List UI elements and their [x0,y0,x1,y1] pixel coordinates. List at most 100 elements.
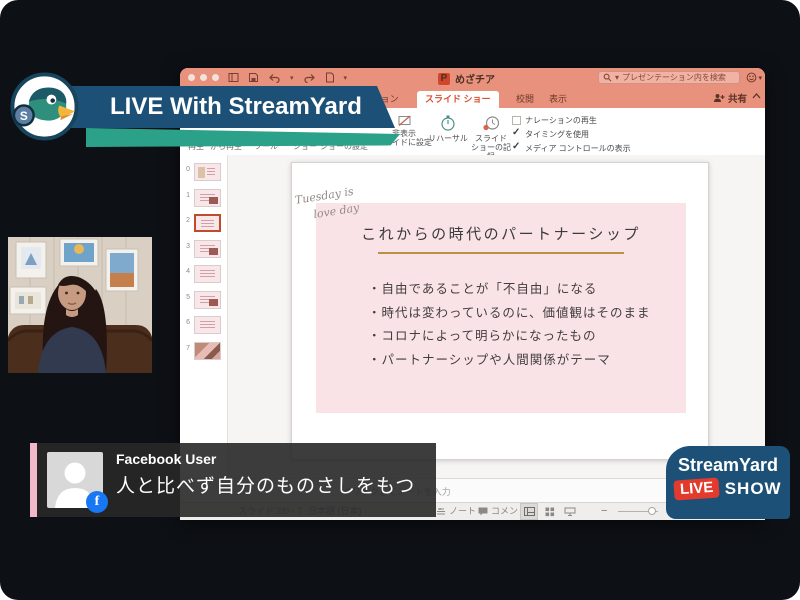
checkbox-icon [512,144,521,153]
slide-number: 3 [180,240,192,258]
slide-number: 0 [180,163,192,181]
stream-title-banner: LIVE With StreamYard [60,86,395,128]
person-plus-icon [713,93,725,103]
undo-caret-icon[interactable]: ▾ [290,74,294,82]
new-document-icon[interactable] [325,72,335,83]
show-label: SHOW [725,479,782,499]
slide-thumbnail[interactable] [194,189,221,207]
bullet-item: ・時代は変わっているのに、価値観はそのまま [368,301,651,325]
badge-brand: StreamYard [666,455,790,476]
bullet-item: ・自由であることが「不自由」になる [368,277,651,301]
checkbox-show-media-controls[interactable]: メディア コントロールの表示 [512,141,631,155]
checkbox-use-timings[interactable]: タイミングを使用 [512,127,631,141]
checkbox-play-narration[interactable]: ナレーションの再生 [512,113,631,127]
collapse-ribbon-icon[interactable] [752,86,761,104]
slide-thumbnail-5[interactable]: 5 [180,291,227,309]
slideshow-options: ナレーションの再生 タイミングを使用 メディア コントロールの表示 [512,113,631,155]
slide-title: これからの時代のパートナーシップ [316,223,686,244]
slide-thumbnail[interactable] [194,163,221,181]
window-titlebar: ▾ ▾ P めざチア ▾ プレゼンテーション内を検索 ▾ [180,68,765,88]
checkbox-icon [512,116,521,125]
minimize-window-icon[interactable] [200,74,207,81]
redo-icon[interactable] [303,72,316,83]
zoom-slider-knob[interactable] [648,507,656,515]
slide-thumbnail-2[interactable]: 2 [180,214,227,232]
magnifier-icon [603,73,612,82]
notes-icon [436,508,446,516]
save-icon[interactable] [248,72,259,83]
slide-thumbnail[interactable] [194,240,221,258]
search-caret-icon: ▾ [615,73,619,82]
close-window-icon[interactable] [188,74,195,81]
slide-number: 6 [180,316,192,334]
slide-editor-canvas: Tuesday is love day これからの時代のパートナーシップ ・自由… [228,155,765,479]
slide-number: 2 [180,214,192,232]
comment-accent-bar [30,443,37,517]
badge-row: LIVE SHOW [666,479,790,499]
avatar: f [47,452,103,508]
feedback-caret-icon: ▾ [758,74,762,82]
feedback-button[interactable]: ▾ [746,72,762,83]
stream-canvas: ▾ ▾ P めざチア ▾ プレゼンテーション内を検索 ▾ アニメーション スライ… [0,0,800,600]
comment-bubble-icon [478,507,488,516]
slide-content-box: これからの時代のパートナーシップ ・自由であることが「不自由」になる ・時代は変… [316,203,686,413]
slide-thumbnail[interactable] [194,291,221,309]
hidden-slide-icon [397,115,412,127]
document-title: めざチア [455,71,495,86]
checkbox-label: メディア コントロールの表示 [525,143,631,154]
notes-button-label: ノート [449,503,476,520]
toolbar-caret-icon[interactable]: ▾ [344,74,348,82]
slide-thumbnail-0[interactable]: 0 [180,163,227,181]
undo-icon[interactable] [268,72,281,83]
normal-view-button[interactable] [520,503,538,520]
comment-author: Facebook User [116,451,415,467]
slide-thumbnail-3[interactable]: 3 [180,240,227,258]
sidebar-icon[interactable] [228,72,239,83]
zoom-window-icon[interactable] [212,74,219,81]
slide-thumbnail[interactable] [194,214,221,232]
slide-thumbnail-6[interactable]: 6 [180,316,227,334]
webcam-video [8,237,152,373]
tab-slideshow[interactable]: スライド ショー [417,91,499,108]
slide-bullets: ・自由であることが「不自由」になる ・時代は変わっているのに、価値観はそのまま … [368,277,651,371]
tab-review[interactable]: 校閲 [508,91,542,108]
workspace: 0 1 2 3 4 5 6 7 Tuesday is love day これから… [180,155,765,479]
slide-thumbnail[interactable] [194,342,221,360]
slide-thumbnail-1[interactable]: 1 [180,189,227,207]
record-label-1: スライド [468,134,514,143]
comment-message: 人と比べず自分のものさしをもつ [116,471,415,498]
zoom-out-button[interactable]: − [601,503,607,520]
title-underline [378,252,624,254]
powerpoint-app-icon: P [438,73,450,85]
document-title-group: P めざチア [438,71,495,86]
stopwatch-icon [440,115,456,132]
slide-number: 4 [180,265,192,283]
slide-thumbnail[interactable] [194,316,221,334]
tab-view[interactable]: 表示 [541,91,575,108]
duck-mascot-icon: S [9,71,80,142]
current-slide[interactable]: Tuesday is love day これからの時代のパートナーシップ ・自由… [291,162,709,460]
smiley-icon [746,72,757,83]
grid-view-icon [545,507,555,517]
checkbox-label: ナレーションの再生 [525,115,597,126]
presenter-view-icon [564,507,576,517]
search-input[interactable]: ▾ プレゼンテーション内を検索 [598,71,740,84]
bullet-item: ・コロナによって明らかになったもの [368,324,651,348]
slide-sorter-view-button[interactable] [541,503,559,520]
slide-number: 7 [180,342,192,360]
record-clock-icon [483,115,500,132]
comment-overlay: f Facebook User 人と比べず自分のものさしをもつ [30,443,436,517]
slide-number: 5 [180,291,192,309]
webcam-scene [8,237,152,373]
slide-thumbnail-7[interactable]: 7 [180,342,227,360]
slideshow-view-button[interactable] [561,503,579,520]
slide-thumbnail-4[interactable]: 4 [180,265,227,283]
record-slideshow-button[interactable]: スライド ショーの記録 [468,115,514,156]
logo-letter: S [20,109,28,123]
slide-thumbnail[interactable] [194,265,221,283]
toggle-notes-button[interactable]: ノート [436,503,476,520]
share-button[interactable]: 共有 [713,91,747,105]
rehearse-button[interactable]: リハーサル [426,115,470,143]
live-show-badge: StreamYard LIVE SHOW [666,446,790,519]
checkbox-icon [512,130,521,139]
